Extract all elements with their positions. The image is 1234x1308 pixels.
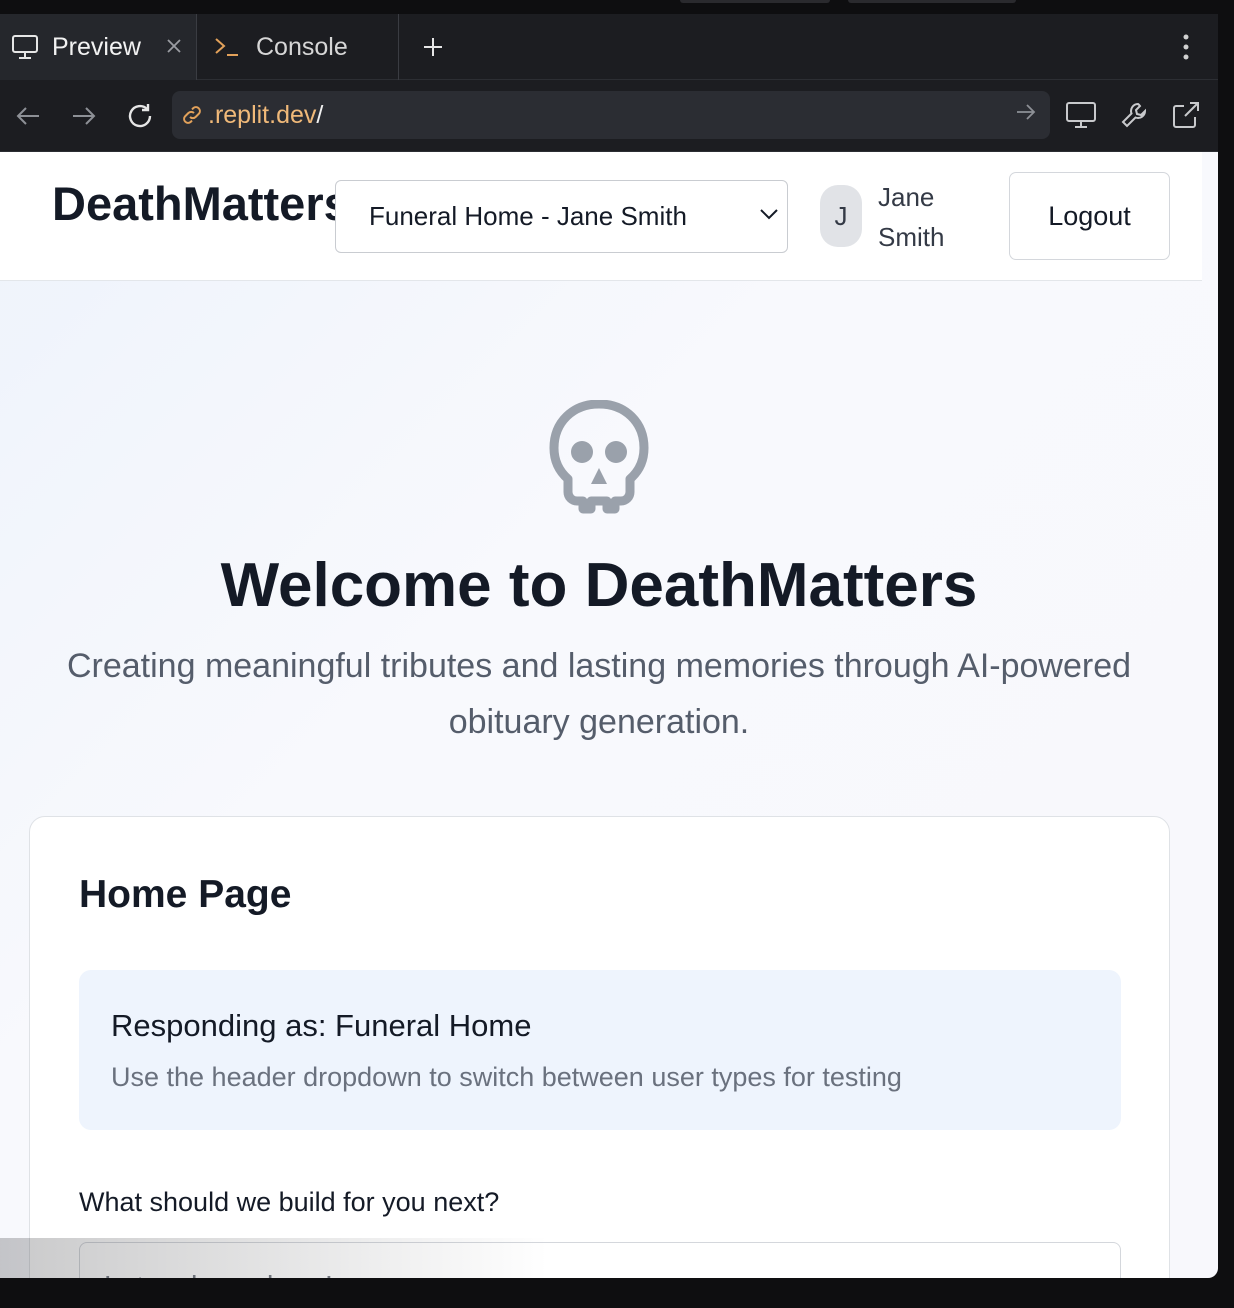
card-title: Home Page <box>79 873 292 916</box>
site-header: DeathMatters Funeral Home - Jane Smith J… <box>0 152 1202 281</box>
role-info-text: Use the header dropdown to switch betwee… <box>111 1062 902 1092</box>
logout-button[interactable]: Logout <box>1009 172 1170 260</box>
browser-window: Preview Console .replit.dev / DeathMatte… <box>0 14 1218 1278</box>
more-vertical-icon[interactable] <box>1172 32 1200 62</box>
link-icon <box>180 103 204 127</box>
hero-subtitle: Creating meaningful tributes and lasting… <box>66 647 1132 741</box>
tab-preview[interactable]: Preview <box>0 14 197 80</box>
url-host: .replit.dev <box>208 100 317 129</box>
background-window-edge <box>848 0 1016 3</box>
hero-title: Welcome to DeathMatters <box>220 551 978 620</box>
avatar: J <box>820 185 862 247</box>
tab-bar: Preview Console <box>0 14 1218 80</box>
background-window-edge <box>680 0 830 3</box>
back-button[interactable] <box>12 100 44 132</box>
url-path: / <box>316 100 324 129</box>
feedback-label: What should we build for you next? <box>79 1187 500 1217</box>
open-external-icon[interactable] <box>1169 98 1203 132</box>
desktop-frame: Preview Console .replit.dev / DeathMatte… <box>0 0 1234 1308</box>
tab-label: Preview <box>52 32 141 61</box>
reload-button[interactable] <box>124 100 156 132</box>
devices-icon[interactable] <box>1064 98 1098 132</box>
terminal-icon <box>212 32 242 62</box>
feedback-input[interactable] <box>79 1242 1121 1278</box>
address-bar-row: .replit.dev / <box>0 80 1218 152</box>
brand-logo[interactable]: DeathMatters <box>52 176 336 231</box>
user-type-selected: Funeral Home - Jane Smith <box>369 201 687 231</box>
tab-label: Console <box>256 32 348 61</box>
role-info-box: Responding as: Funeral Home Use the head… <box>79 970 1121 1130</box>
wrench-icon[interactable] <box>1117 98 1151 132</box>
skull-icon <box>548 399 650 516</box>
go-arrow-icon[interactable] <box>1016 103 1036 121</box>
page-viewport: DeathMatters Funeral Home - Jane Smith J… <box>0 152 1218 1278</box>
user-type-select[interactable]: Funeral Home - Jane Smith <box>335 180 788 253</box>
forward-button[interactable] <box>68 100 100 132</box>
role-info-title: Responding as: Funeral Home <box>111 1008 532 1043</box>
new-tab-button[interactable] <box>418 32 448 62</box>
home-card: Home Page Responding as: Funeral Home Us… <box>29 816 1170 1278</box>
user-name: Jane Smith <box>878 182 945 252</box>
close-tab-icon[interactable] <box>162 34 186 58</box>
monitor-icon <box>10 32 40 62</box>
tab-console[interactable]: Console <box>198 14 399 80</box>
chevron-down-icon <box>759 207 779 221</box>
url-field[interactable]: .replit.dev / <box>172 91 1050 139</box>
